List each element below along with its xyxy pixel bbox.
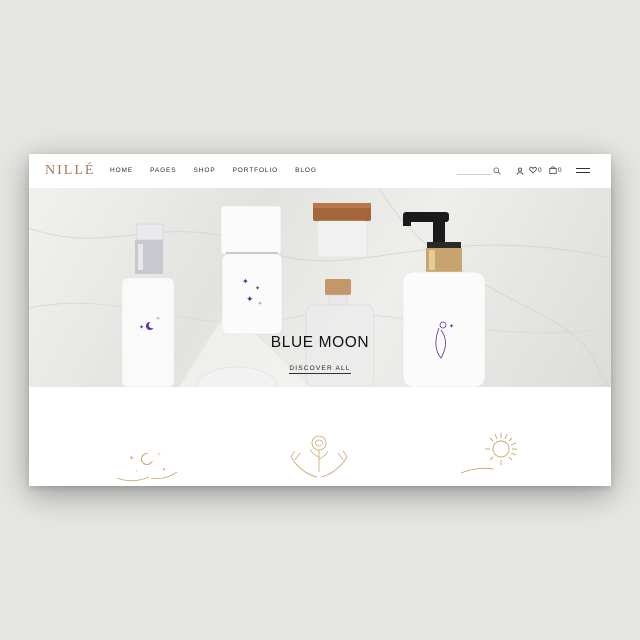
discover-all-link[interactable]: DISCOVER ALL [289, 365, 351, 374]
svg-text:✦: ✦ [255, 285, 260, 292]
nav-pages[interactable]: PAGES [150, 167, 176, 174]
nav-portfolio[interactable]: PORTFOLIO [233, 167, 279, 174]
site-header: NILLÉ HOME PAGES SHOP PORTFOLIO BLOG 0 0 [29, 154, 611, 188]
cart-count: 0 [558, 166, 562, 174]
nav-shop[interactable]: SHOP [194, 167, 216, 174]
svg-text:✦: ✦ [139, 324, 144, 331]
svg-text:✦: ✦ [162, 467, 166, 473]
shopping-bag-icon [549, 166, 557, 174]
rose-hands-icon [290, 435, 348, 478]
svg-text:✧: ✧ [156, 316, 160, 322]
hamburger-menu-icon[interactable] [576, 168, 590, 174]
search-input[interactable] [457, 174, 491, 175]
account-button[interactable] [516, 167, 524, 175]
sun-hand-icon [460, 433, 517, 474]
svg-text:✧: ✧ [258, 301, 262, 307]
svg-text:✦: ✦ [246, 294, 254, 304]
nav-home[interactable]: HOME [110, 167, 133, 174]
main-nav: HOME PAGES SHOP PORTFOLIO BLOG [110, 167, 334, 174]
wishlist-button[interactable]: 0 [529, 166, 542, 174]
search-icon [493, 167, 501, 175]
hero-banner: ✦ ✧ ✦ ✦ ✦ ✧ ✦ BLUE MOON DISCOVER ALL [29, 188, 611, 387]
svg-text:✧: ✧ [157, 452, 161, 458]
svg-text:✦: ✦ [129, 455, 134, 462]
website-card: NILLÉ HOME PAGES SHOP PORTFOLIO BLOG 0 0 [29, 154, 611, 486]
hero-title: BLUE MOON [270, 334, 370, 351]
svg-text:✧: ✧ [135, 468, 139, 473]
nav-blog[interactable]: BLOG [295, 167, 317, 174]
category-icons-section: ✦ ✧ ✧ ✦ [29, 387, 611, 486]
cart-button[interactable]: 0 [549, 166, 562, 174]
svg-text:✦: ✦ [449, 323, 454, 330]
svg-text:✦: ✦ [242, 277, 249, 286]
wishlist-count: 0 [538, 166, 542, 174]
user-icon [516, 167, 524, 175]
search-button[interactable] [493, 167, 501, 175]
heart-icon [529, 166, 537, 174]
moon-hands-icon: ✦ ✧ ✧ ✦ [116, 452, 178, 482]
site-logo[interactable]: NILLÉ [45, 163, 95, 179]
